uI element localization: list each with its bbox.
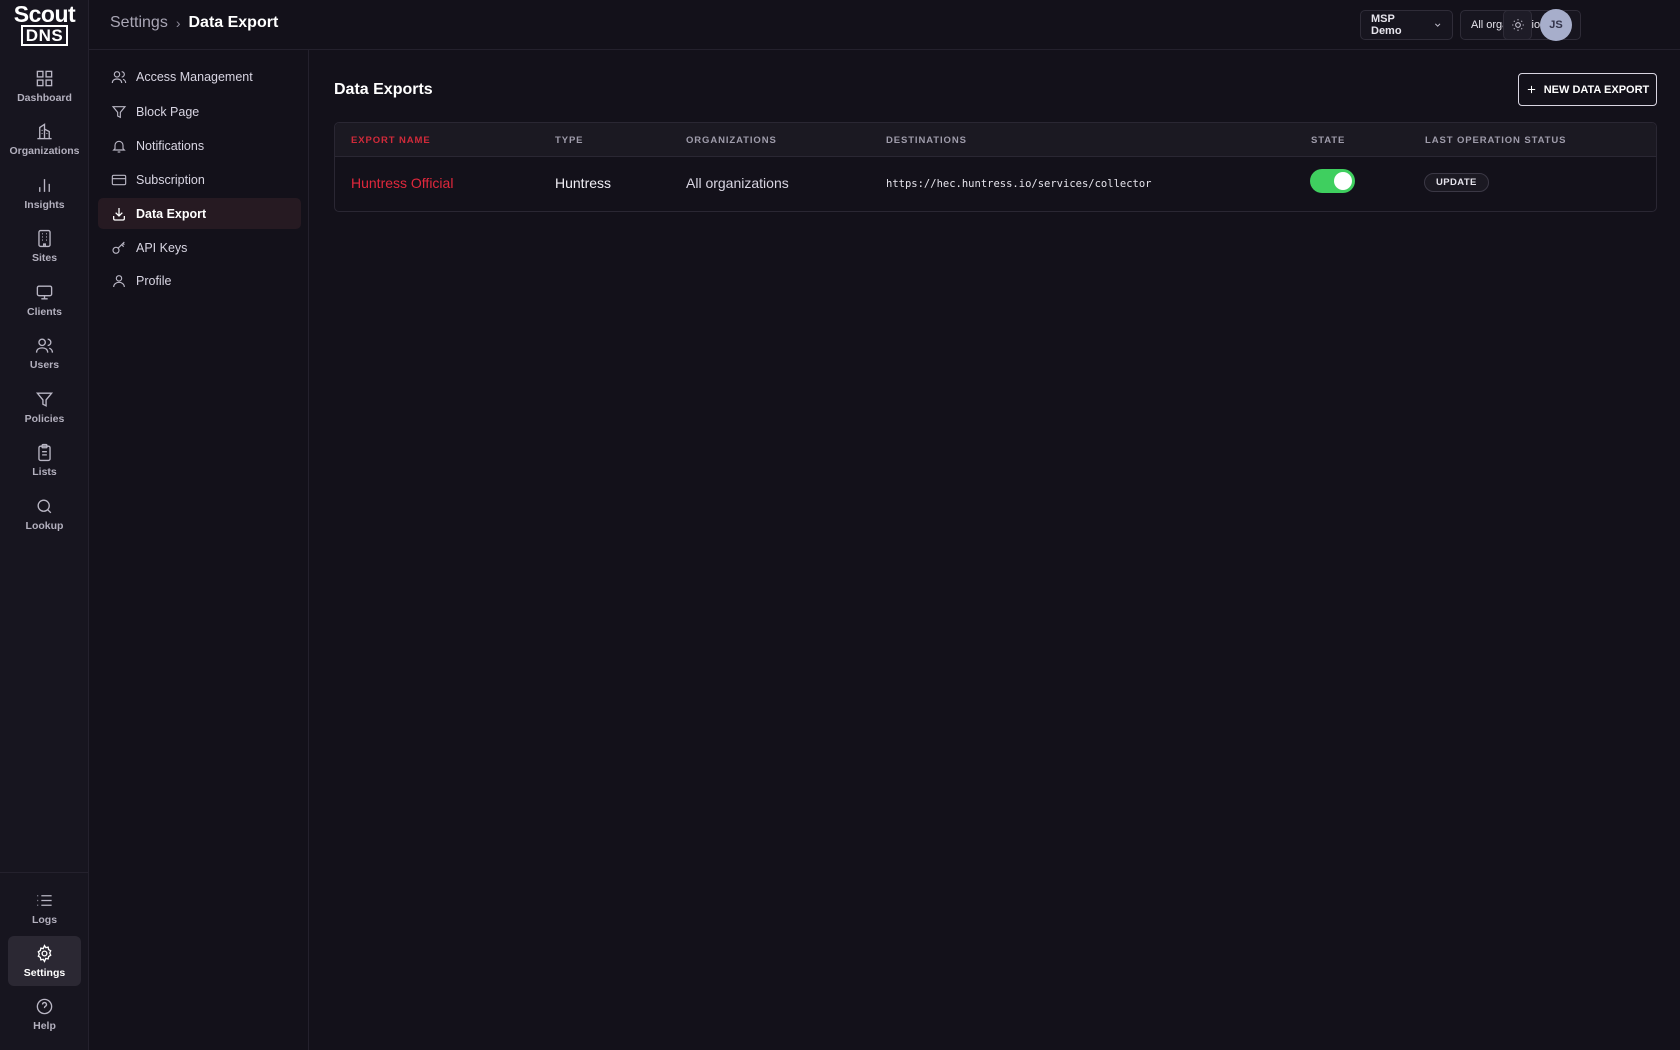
export-destination: https://hec.huntress.io/services/collect… — [886, 178, 1152, 190]
column-header-type[interactable]: TYPE — [555, 135, 583, 146]
export-organizations: All organizations — [686, 175, 789, 191]
settings-nav-label: Notifications — [136, 138, 205, 153]
settings-nav-label: Profile — [136, 273, 172, 288]
grid-icon — [36, 70, 53, 86]
rail-item-insights[interactable]: Insights — [8, 168, 81, 218]
site-building-icon — [38, 229, 51, 247]
clipboard-icon — [38, 443, 51, 461]
settings-nav-label: Access Management — [136, 69, 253, 84]
state-toggle[interactable] — [1310, 169, 1355, 193]
state-toggle-knob — [1334, 172, 1352, 190]
status-badge: UPDATE — [1424, 173, 1489, 192]
rail-item-lists[interactable]: Lists — [8, 435, 81, 485]
msp-select[interactable]: MSP Demo — [1360, 10, 1453, 40]
help-icon — [36, 998, 53, 1014]
building-icon — [37, 122, 52, 139]
column-header-state[interactable]: STATE — [1311, 135, 1345, 146]
rail-item-label: Users — [29, 358, 60, 371]
filter-icon — [111, 105, 127, 118]
column-header-destinations[interactable]: DESTINATIONS — [886, 135, 967, 146]
users-icon — [111, 70, 127, 83]
settings-nav-notifications[interactable]: Notifications — [98, 130, 301, 161]
key-icon — [112, 241, 125, 254]
table-header: EXPORT NAME TYPE ORGANIZATIONS DESTINATI… — [335, 123, 1656, 157]
rail-item-organizations[interactable]: Organizations — [8, 114, 81, 164]
rail-divider — [0, 872, 89, 873]
page-title: Data Exports — [334, 81, 433, 98]
theme-toggle-button[interactable] — [1503, 10, 1532, 40]
credit-card-icon — [111, 174, 127, 185]
breadcrumb: Settings › Data Export — [110, 14, 278, 32]
rail-item-label: Help — [33, 1019, 56, 1032]
rail-item-users[interactable]: Users — [8, 328, 81, 378]
avatar[interactable]: JS — [1540, 9, 1572, 41]
rail-item-label: Lists — [32, 465, 57, 478]
search-icon — [37, 498, 52, 513]
logo-line-1: Scout — [13, 1, 76, 27]
new-data-export-label: NEW DATA EXPORT — [1543, 83, 1650, 96]
settings-nav-subscription[interactable]: Subscription — [98, 164, 301, 195]
main-content: Data Exports NEW DATA EXPORT EXPORT NAME… — [310, 50, 1680, 1050]
settings-nav: Access Management Block Page Notificatio… — [89, 50, 309, 1050]
bell-icon — [112, 140, 126, 153]
settings-nav-label: Block Page — [136, 104, 200, 119]
bar-chart-icon — [39, 178, 50, 192]
settings-nav-profile[interactable]: Profile — [98, 265, 301, 296]
new-data-export-button[interactable]: NEW DATA EXPORT — [1518, 73, 1657, 106]
breadcrumb-settings[interactable]: Settings — [110, 14, 168, 32]
column-header-last-operation-status[interactable]: LAST OPERATION STATUS — [1425, 135, 1566, 146]
column-header-export-name[interactable]: EXPORT NAME — [351, 135, 431, 146]
rail-item-label: Insights — [24, 198, 65, 211]
rail-item-label: Organizations — [9, 144, 80, 157]
top-header: Settings › Data Export MSP Demo All orga… — [89, 0, 1680, 50]
chevron-down-icon — [1434, 23, 1441, 27]
users-icon — [35, 337, 54, 353]
user-icon — [113, 274, 125, 287]
rail-item-label: Dashboard — [17, 91, 72, 104]
rail-item-settings[interactable]: Settings — [8, 936, 81, 986]
gear-icon — [37, 943, 52, 963]
rail-item-dashboard[interactable]: Dashboard — [8, 61, 81, 111]
rail-item-label: Settings — [23, 966, 66, 979]
rail-item-label: Sites — [31, 251, 58, 264]
settings-nav-label: Data Export — [136, 206, 207, 221]
scoutdns-logo[interactable]: Scout DNS — [0, 0, 89, 50]
breadcrumb-current: Data Export — [188, 14, 279, 31]
list-icon — [37, 894, 52, 906]
column-header-organizations[interactable]: ORGANIZATIONS — [686, 135, 777, 146]
download-icon — [113, 207, 125, 221]
rail-item-clients[interactable]: Clients — [8, 275, 81, 325]
rail-item-label: Policies — [24, 412, 65, 425]
msp-select-value: MSP Demo — [1371, 13, 1402, 37]
breadcrumb-separator: › — [175, 15, 181, 31]
settings-nav-access-management[interactable]: Access Management — [98, 61, 301, 92]
rail-item-label: Logs — [31, 913, 58, 926]
main-rail: Scout DNS Dashboard Organizations Insigh… — [0, 0, 89, 1050]
settings-nav-block-page[interactable]: Block Page — [98, 96, 301, 127]
logo-line-2: DNS — [20, 25, 69, 46]
settings-nav-api-keys[interactable]: API Keys — [98, 232, 301, 263]
rail-item-sites[interactable]: Sites — [8, 221, 81, 271]
filter-icon — [35, 391, 54, 407]
data-exports-table: EXPORT NAME TYPE ORGANIZATIONS DESTINATI… — [334, 122, 1657, 212]
rail-item-logs[interactable]: Logs — [8, 883, 81, 933]
rail-item-policies[interactable]: Policies — [8, 382, 81, 432]
rail-item-lookup[interactable]: Lookup — [8, 489, 81, 539]
rail-item-label: Clients — [26, 305, 62, 318]
monitor-icon — [36, 284, 53, 300]
plus-icon — [1527, 85, 1535, 94]
sun-icon — [1511, 19, 1524, 31]
rail-item-label: Lookup — [25, 519, 64, 532]
rail-item-help[interactable]: Help — [8, 989, 81, 1039]
settings-nav-label: Subscription — [136, 172, 205, 187]
settings-nav-data-export[interactable]: Data Export — [98, 198, 301, 229]
settings-nav-label: API Keys — [136, 240, 188, 255]
export-type: Huntress — [555, 175, 612, 191]
export-name-link[interactable]: Huntress Official — [351, 175, 453, 191]
